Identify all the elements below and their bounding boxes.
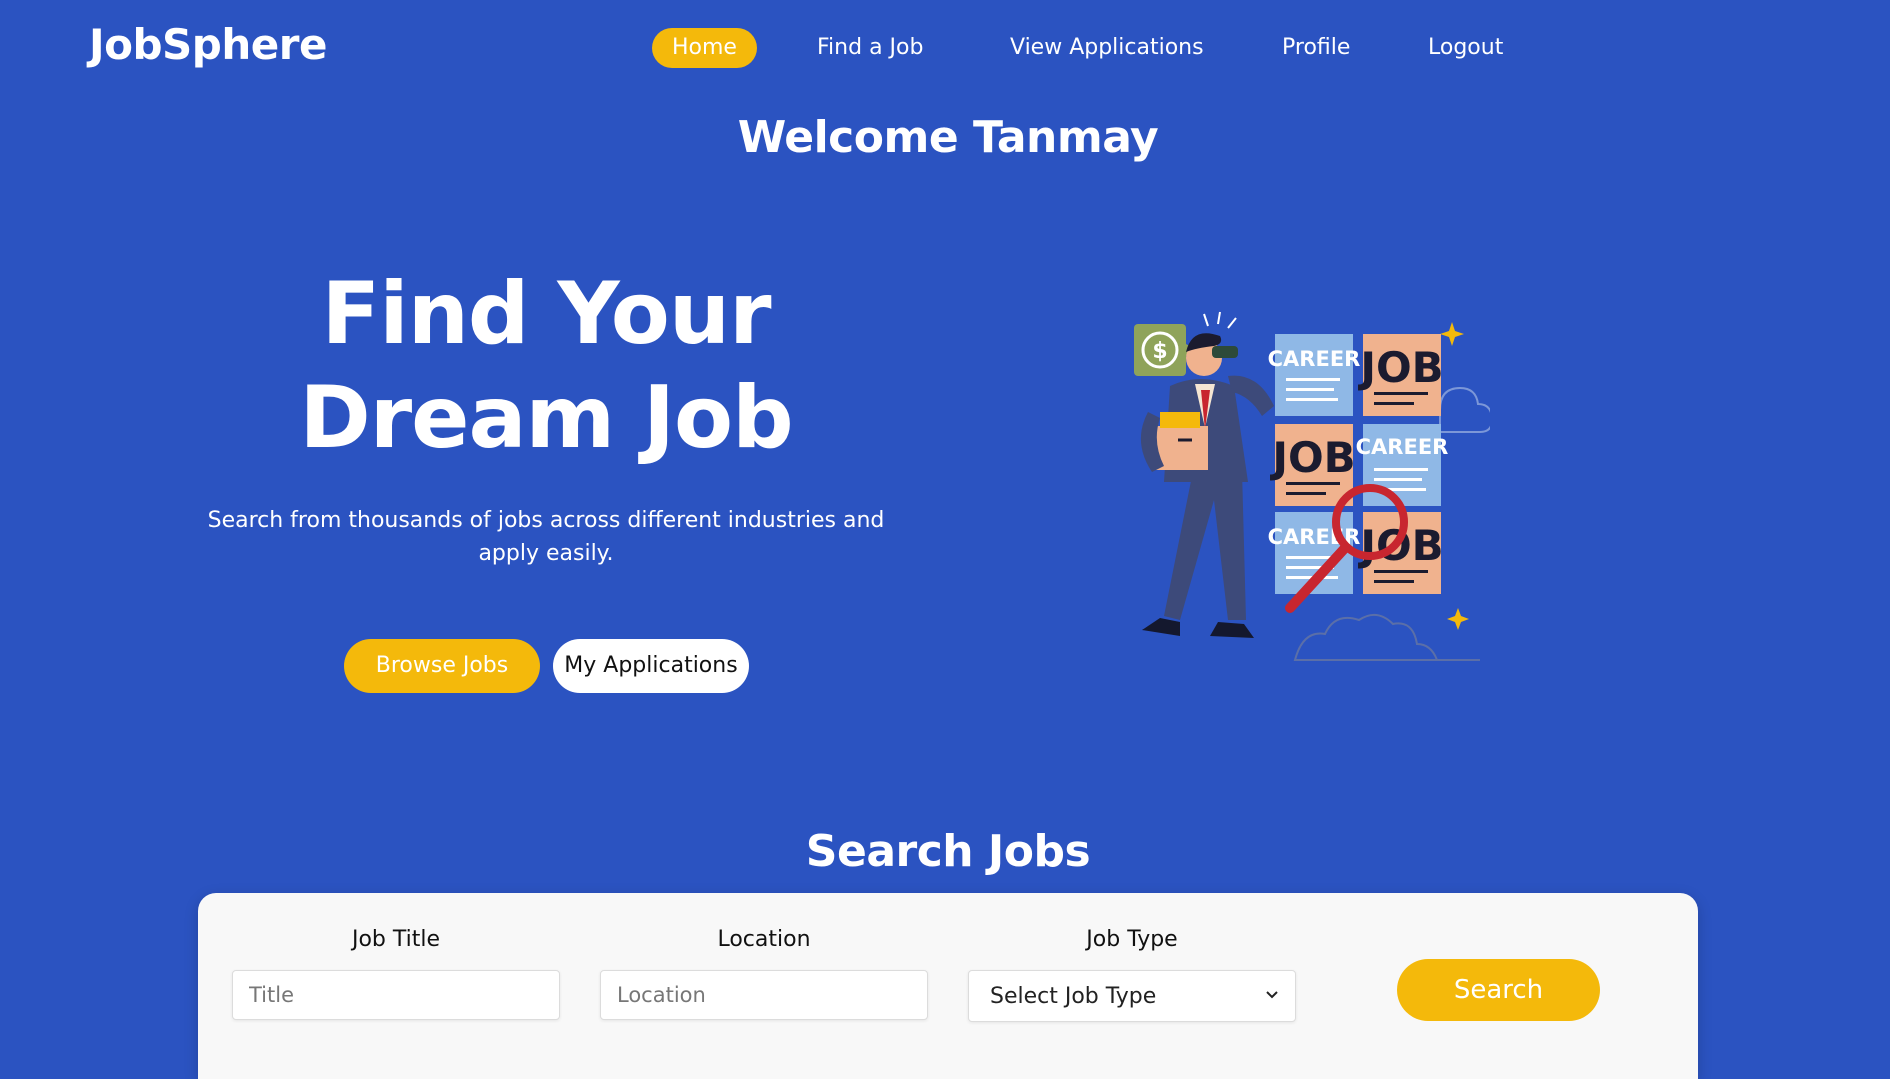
nav-find-job[interactable]: Find a Job <box>797 28 943 68</box>
browse-jobs-button[interactable]: Browse Jobs <box>344 639 540 693</box>
job-type-label: Job Type <box>1086 927 1178 952</box>
job-type-selected: Select Job Type <box>990 984 1157 1009</box>
search-section-title: Search Jobs <box>805 826 1091 877</box>
job-title-input[interactable] <box>232 970 560 1020</box>
hero-title-line2: Dream Job <box>299 368 793 468</box>
hero-title-line1: Find Your <box>321 264 771 364</box>
location-label: Location <box>717 927 811 952</box>
nav-logout[interactable]: Logout <box>1408 28 1523 68</box>
card-label-1: CAREER <box>1268 347 1361 371</box>
card-label-3: JOB <box>1269 433 1355 482</box>
nav-view-applications[interactable]: View Applications <box>990 28 1224 68</box>
hero-title: Find Your Dream Job <box>240 262 852 470</box>
location-input[interactable] <box>600 970 928 1020</box>
my-applications-button[interactable]: My Applications <box>553 639 749 693</box>
nav-home[interactable]: Home <box>652 28 757 68</box>
job-search-illustration: CAREER JOB JOB CAREER CAREER JOB $ <box>1134 311 1490 661</box>
nav-profile[interactable]: Profile <box>1262 28 1370 68</box>
welcome-heading: Welcome Tanmay <box>737 112 1159 163</box>
search-card: Job Title Location Job Type Select Job T… <box>198 893 1698 1079</box>
navbar: JobSphere Home Find a Job View Applicati… <box>0 0 1890 96</box>
search-button[interactable]: Search <box>1397 959 1600 1021</box>
card-label-4: CAREER <box>1356 435 1449 459</box>
hero-subtitle: Search from thousands of jobs across dif… <box>207 508 885 566</box>
dollar-symbol: $ <box>1152 339 1167 364</box>
chevron-down-icon <box>1266 991 1278 999</box>
job-title-label: Job Title <box>351 927 441 952</box>
card-label-2: JOB <box>1357 343 1443 392</box>
logo[interactable]: JobSphere <box>89 20 327 69</box>
job-type-select[interactable]: Select Job Type <box>968 970 1296 1022</box>
